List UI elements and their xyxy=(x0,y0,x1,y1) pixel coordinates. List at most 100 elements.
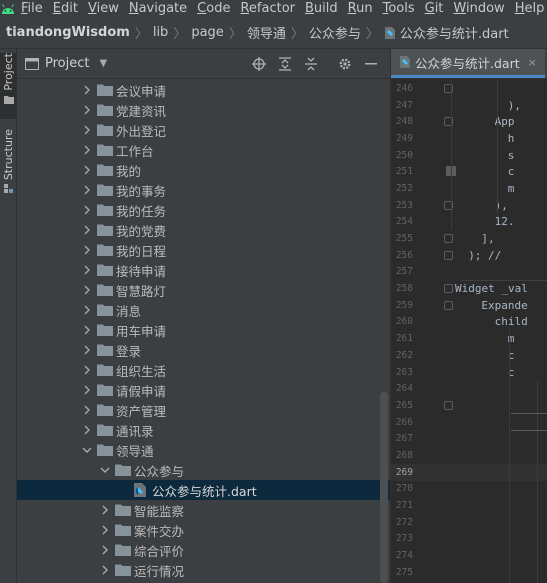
tree-folder-item[interactable]: 运行情况 xyxy=(17,560,390,580)
tree-folder-item[interactable]: 党建资讯 xyxy=(17,100,390,120)
menu-tools[interactable]: Tools xyxy=(378,0,420,17)
tree-folder-item[interactable]: 通讯录 xyxy=(17,420,390,440)
tree-folder-item[interactable]: 用车申请 xyxy=(17,320,390,340)
code-line[interactable]: 246 xyxy=(391,80,547,97)
chevron-down-icon[interactable]: ▼ xyxy=(99,58,107,69)
tree-folder-item[interactable]: 案件交办 xyxy=(17,520,390,540)
breadcrumb-lib[interactable]: lib xyxy=(153,25,168,40)
code-line[interactable]: 249 h xyxy=(391,130,547,147)
project-tree-scrollbar[interactable] xyxy=(380,392,388,583)
code-line[interactable]: 248 App xyxy=(391,113,547,130)
tree-folder-item[interactable]: 我的任务 xyxy=(17,200,390,220)
menu-help[interactable]: Help xyxy=(510,0,547,17)
tree-folder-item[interactable]: 工作台 xyxy=(17,140,390,160)
tree-folder-item[interactable]: 我的党费 xyxy=(17,220,390,240)
code-line[interactable]: 270 xyxy=(391,481,547,498)
code-line[interactable]: 266 xyxy=(391,414,547,431)
code-line[interactable]: 260 child xyxy=(391,314,547,331)
structure-tool-tab[interactable]: Structure xyxy=(0,129,17,201)
fold-marker-icon[interactable] xyxy=(444,234,453,244)
android-studio-icon[interactable] xyxy=(0,0,16,17)
code-line[interactable]: 252 m xyxy=(391,180,547,197)
crosshair-icon[interactable] xyxy=(246,49,272,79)
expand-all-icon[interactable] xyxy=(272,49,298,79)
close-icon[interactable]: × xyxy=(528,56,537,69)
chevron-right-icon[interactable] xyxy=(79,305,95,315)
chevron-right-icon[interactable] xyxy=(79,345,95,355)
code-line[interactable]: 247), xyxy=(391,97,547,114)
menu-navigate[interactable]: Navigate xyxy=(124,0,192,17)
menu-code[interactable]: Code xyxy=(192,0,235,17)
fold-marker-icon[interactable] xyxy=(444,250,453,260)
menu-file[interactable]: File xyxy=(16,0,48,17)
menu-build[interactable]: Build xyxy=(300,0,343,17)
tree-folder-item[interactable]: 领导通 xyxy=(17,440,390,460)
chevron-right-icon[interactable] xyxy=(79,145,95,155)
code-line[interactable]: 257 xyxy=(391,264,547,281)
tree-folder-item[interactable]: 我的日程 xyxy=(17,240,390,260)
menu-run[interactable]: Run xyxy=(343,0,378,17)
tree-folder-item[interactable]: 外出登记 xyxy=(17,120,390,140)
code-line[interactable]: 259 Expande xyxy=(391,297,547,314)
chevron-right-icon[interactable] xyxy=(79,245,95,255)
tree-folder-item[interactable]: 公众参与 xyxy=(17,460,390,480)
code-line[interactable]: 271 xyxy=(391,497,547,514)
tree-file-item[interactable]: 公众参与统计.dart xyxy=(17,480,390,500)
code-line[interactable]: 269 xyxy=(391,463,547,481)
chevron-right-icon[interactable] xyxy=(97,565,113,575)
chevron-right-icon[interactable] xyxy=(79,385,95,395)
chevron-right-icon[interactable] xyxy=(79,285,95,295)
code-line[interactable]: 274 xyxy=(391,547,547,564)
gear-icon[interactable] xyxy=(332,49,358,79)
fold-marker-icon[interactable] xyxy=(444,300,453,310)
chevron-right-icon[interactable] xyxy=(79,405,95,415)
code-line[interactable]: 255], xyxy=(391,230,547,247)
breadcrumb-gongzhongcanyu[interactable]: 公众参与 xyxy=(309,23,361,42)
tree-folder-item[interactable]: 智能监察 xyxy=(17,500,390,520)
code-line[interactable]: 275 xyxy=(391,564,547,581)
tree-folder-item[interactable]: 组织生活 xyxy=(17,360,390,380)
tree-folder-item[interactable]: 智慧路灯 xyxy=(17,280,390,300)
code-line[interactable]: 265 xyxy=(391,397,547,414)
code-line[interactable]: 262 c xyxy=(391,347,547,364)
chevron-down-icon[interactable] xyxy=(97,466,113,474)
tree-folder-item[interactable]: 我的事务 xyxy=(17,180,390,200)
tree-folder-item[interactable]: 会议申请 xyxy=(17,80,390,100)
tree-folder-item[interactable]: 消息 xyxy=(17,300,390,320)
code-line[interactable]: 261 m xyxy=(391,330,547,347)
code-line[interactable]: 256); // xyxy=(391,247,547,264)
chevron-right-icon[interactable] xyxy=(79,105,95,115)
chevron-right-icon[interactable] xyxy=(79,125,95,135)
tree-folder-item[interactable]: 资产管理 xyxy=(17,400,390,420)
chevron-right-icon[interactable] xyxy=(79,165,95,175)
code-line[interactable]: 250 s xyxy=(391,147,547,164)
code-area[interactable]: 246 247), 248 App 249 h 250 s 251 c 252 m 253), 254 12… xyxy=(391,80,547,583)
code-line[interactable]: 253), xyxy=(391,197,547,214)
menu-refactor[interactable]: Refactor xyxy=(235,0,300,17)
code-line[interactable]: 263 c xyxy=(391,364,547,381)
editor-tab-active[interactable]: 公众参与统计.dart × xyxy=(391,49,545,78)
code-line[interactable]: 268 xyxy=(391,447,547,464)
tree-folder-item[interactable]: 接待申请 xyxy=(17,260,390,280)
code-line[interactable]: 258 Widget _val xyxy=(391,280,547,297)
code-line[interactable]: 264 xyxy=(391,380,547,397)
chevron-right-icon[interactable] xyxy=(79,185,95,195)
breadcrumb-page[interactable]: page xyxy=(191,25,223,40)
menu-edit[interactable]: Edit xyxy=(48,0,83,17)
breadcrumb-lingdaotong[interactable]: 领导通 xyxy=(247,23,286,42)
code-line[interactable]: 272 xyxy=(391,514,547,531)
chevron-right-icon[interactable] xyxy=(79,425,95,435)
code-line[interactable]: 267 xyxy=(391,430,547,447)
chevron-right-icon[interactable] xyxy=(79,265,95,275)
chevron-right-icon[interactable] xyxy=(79,205,95,215)
menu-view[interactable]: View xyxy=(83,0,124,17)
chevron-right-icon[interactable] xyxy=(79,365,95,375)
code-line[interactable]: 273 xyxy=(391,531,547,548)
code-line[interactable]: 254 12. xyxy=(391,214,547,231)
tree-folder-item[interactable]: 我的 xyxy=(17,160,390,180)
code-line[interactable]: 251 c xyxy=(391,163,547,180)
chevron-right-icon[interactable] xyxy=(97,545,113,555)
chevron-right-icon[interactable] xyxy=(79,225,95,235)
menu-git[interactable]: Git xyxy=(420,0,449,17)
breadcrumb-file[interactable]: 公众参与统计.dart xyxy=(384,23,509,42)
